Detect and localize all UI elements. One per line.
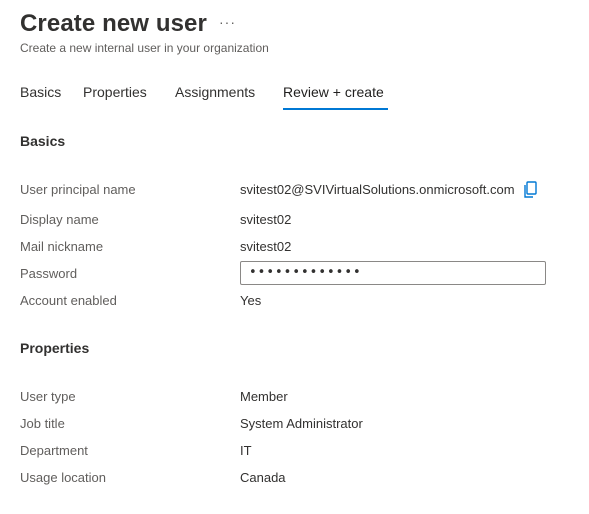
copy-icon[interactable] bbox=[522, 181, 538, 199]
value-usage-location: Canada bbox=[240, 470, 286, 485]
label-mail-nickname: Mail nickname bbox=[20, 239, 104, 254]
page-title: Create new user bbox=[20, 10, 207, 37]
value-user-principal-name: svitest02@SVIVirtualSolutions.onmicrosof… bbox=[240, 182, 515, 197]
section-heading-properties: Properties bbox=[20, 340, 90, 356]
value-mail-nickname: svitest02 bbox=[240, 239, 292, 254]
label-user-type: User type bbox=[20, 389, 76, 404]
tab-assignments[interactable]: Assignments bbox=[175, 84, 255, 106]
tab-basics[interactable]: Basics bbox=[20, 84, 61, 106]
password-field[interactable]: ••••••••••••• bbox=[240, 261, 546, 285]
label-job-title: Job title bbox=[20, 416, 65, 431]
label-display-name: Display name bbox=[20, 212, 99, 227]
tab-properties[interactable]: Properties bbox=[83, 84, 147, 106]
active-tab-indicator bbox=[283, 108, 388, 110]
tab-review-create[interactable]: Review + create bbox=[283, 84, 384, 106]
label-department: Department bbox=[20, 443, 88, 458]
value-department: IT bbox=[240, 443, 252, 458]
more-icon[interactable]: ··· bbox=[219, 14, 236, 30]
label-password: Password bbox=[20, 266, 78, 281]
value-user-type: Member bbox=[240, 389, 288, 404]
label-account-enabled: Account enabled bbox=[20, 293, 117, 308]
page-subtitle: Create a new internal user in your organ… bbox=[20, 41, 269, 55]
label-usage-location: Usage location bbox=[20, 470, 106, 485]
value-account-enabled: Yes bbox=[240, 293, 262, 308]
section-heading-basics: Basics bbox=[20, 133, 66, 149]
label-user-principal-name: User principal name bbox=[20, 182, 136, 197]
value-display-name: svitest02 bbox=[240, 212, 292, 227]
value-job-title: System Administrator bbox=[240, 416, 363, 431]
